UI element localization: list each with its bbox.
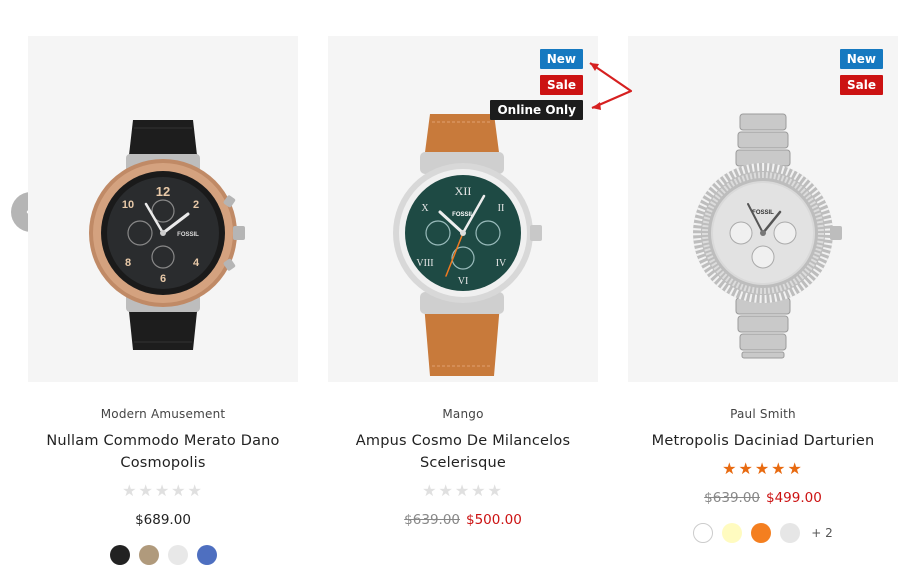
svg-text:XII: XII	[455, 184, 472, 198]
product-card[interactable]: XII X II VIII IV VI FOSSIL New Sale Onli…	[328, 36, 598, 528]
svg-text:6: 6	[160, 273, 166, 285]
swatch-silver[interactable]	[167, 545, 188, 565]
product-brand[interactable]: Mango	[328, 407, 598, 421]
badge-sale: Sale	[540, 75, 583, 95]
product-price: $639.00 $500.00	[328, 512, 598, 528]
color-swatches	[28, 545, 298, 565]
product-title[interactable]: Metropolis Daciniad Darturien	[638, 430, 888, 452]
svg-text:10: 10	[122, 199, 134, 211]
badge-new: New	[839, 49, 883, 69]
svg-text:12: 12	[156, 184, 170, 199]
product-price: $689.00	[135, 512, 191, 528]
product-title[interactable]: Nullam Commodo Merato Dano Cosmopolis	[38, 430, 288, 474]
svg-text:VIII: VIII	[416, 258, 433, 269]
product-brand[interactable]: Modern Amusement	[28, 407, 298, 421]
product-brand[interactable]: Paul Smith	[628, 407, 898, 421]
star-icon: ★	[122, 481, 139, 500]
star-icon: ★	[771, 459, 788, 478]
star-icon: ★	[754, 459, 772, 478]
star-icon: ★	[471, 481, 488, 500]
rating-stars: ★★★★★	[28, 482, 298, 500]
swatch-black[interactable]	[109, 545, 130, 565]
rating-stars: ★★★★★	[328, 482, 598, 500]
star-icon: ★	[722, 459, 739, 478]
star-icon: ★	[154, 481, 172, 500]
swatch-blue[interactable]	[196, 545, 217, 565]
svg-text:II: II	[498, 203, 505, 214]
product-card[interactable]: 12 10 2 8 4 6 FOSSIL Modern Amusement Nu…	[28, 36, 298, 565]
star-icon: ★	[187, 481, 204, 500]
swatch-cream[interactable]	[722, 523, 743, 543]
product-price: $639.00 $499.00	[628, 490, 898, 506]
star-icon: ★	[438, 481, 455, 500]
svg-text:VI: VI	[458, 276, 469, 287]
star-icon: ★	[422, 481, 439, 500]
svg-text:2: 2	[193, 199, 199, 211]
sale-price: $500.00	[466, 512, 522, 528]
svg-text:4: 4	[193, 257, 200, 269]
svg-text:IV: IV	[496, 258, 507, 269]
star-icon: ★	[171, 481, 188, 500]
star-icon: ★	[787, 459, 804, 478]
swatch-silver[interactable]	[780, 523, 801, 543]
more-swatches-count[interactable]: + 2	[811, 526, 833, 540]
star-icon: ★	[454, 481, 472, 500]
product-image[interactable]: XII X II VIII IV VI FOSSIL New Sale Onli…	[328, 36, 598, 382]
product-image[interactable]: 12 10 2 8 4 6 FOSSIL	[28, 36, 298, 382]
svg-text:X: X	[421, 203, 429, 214]
rating-stars: ★★★★★	[628, 460, 898, 478]
sale-price: $499.00	[766, 490, 822, 506]
product-image[interactable]: FOSSIL New Sale	[628, 36, 898, 382]
star-icon: ★	[487, 481, 504, 500]
svg-text:FOSSIL: FOSSIL	[752, 210, 774, 216]
swatch-beige[interactable]	[138, 545, 159, 565]
product-title[interactable]: Ampus Cosmo De Milancelos Scelerisque	[338, 430, 588, 474]
star-icon: ★	[738, 459, 755, 478]
chronograph-watch-black-strap-icon: 12 10 2 8 4 6 FOSSIL	[89, 120, 245, 350]
annotation-arrows	[589, 62, 633, 110]
old-price: $639.00	[404, 512, 460, 528]
badge-sale: Sale	[840, 75, 883, 95]
badge-online-only: Online Only	[490, 100, 583, 120]
swatch-orange[interactable]	[751, 523, 772, 543]
svg-text:FOSSIL: FOSSIL	[177, 232, 199, 238]
product-card[interactable]: FOSSIL New Sale Paul Smith Metropolis Da…	[628, 36, 898, 543]
star-icon: ★	[138, 481, 155, 500]
badge-new: New	[539, 49, 583, 69]
swatch-white[interactable]	[693, 523, 714, 543]
svg-text:8: 8	[125, 257, 131, 269]
old-price: $639.00	[704, 490, 760, 506]
color-swatches: + 2	[628, 523, 898, 543]
